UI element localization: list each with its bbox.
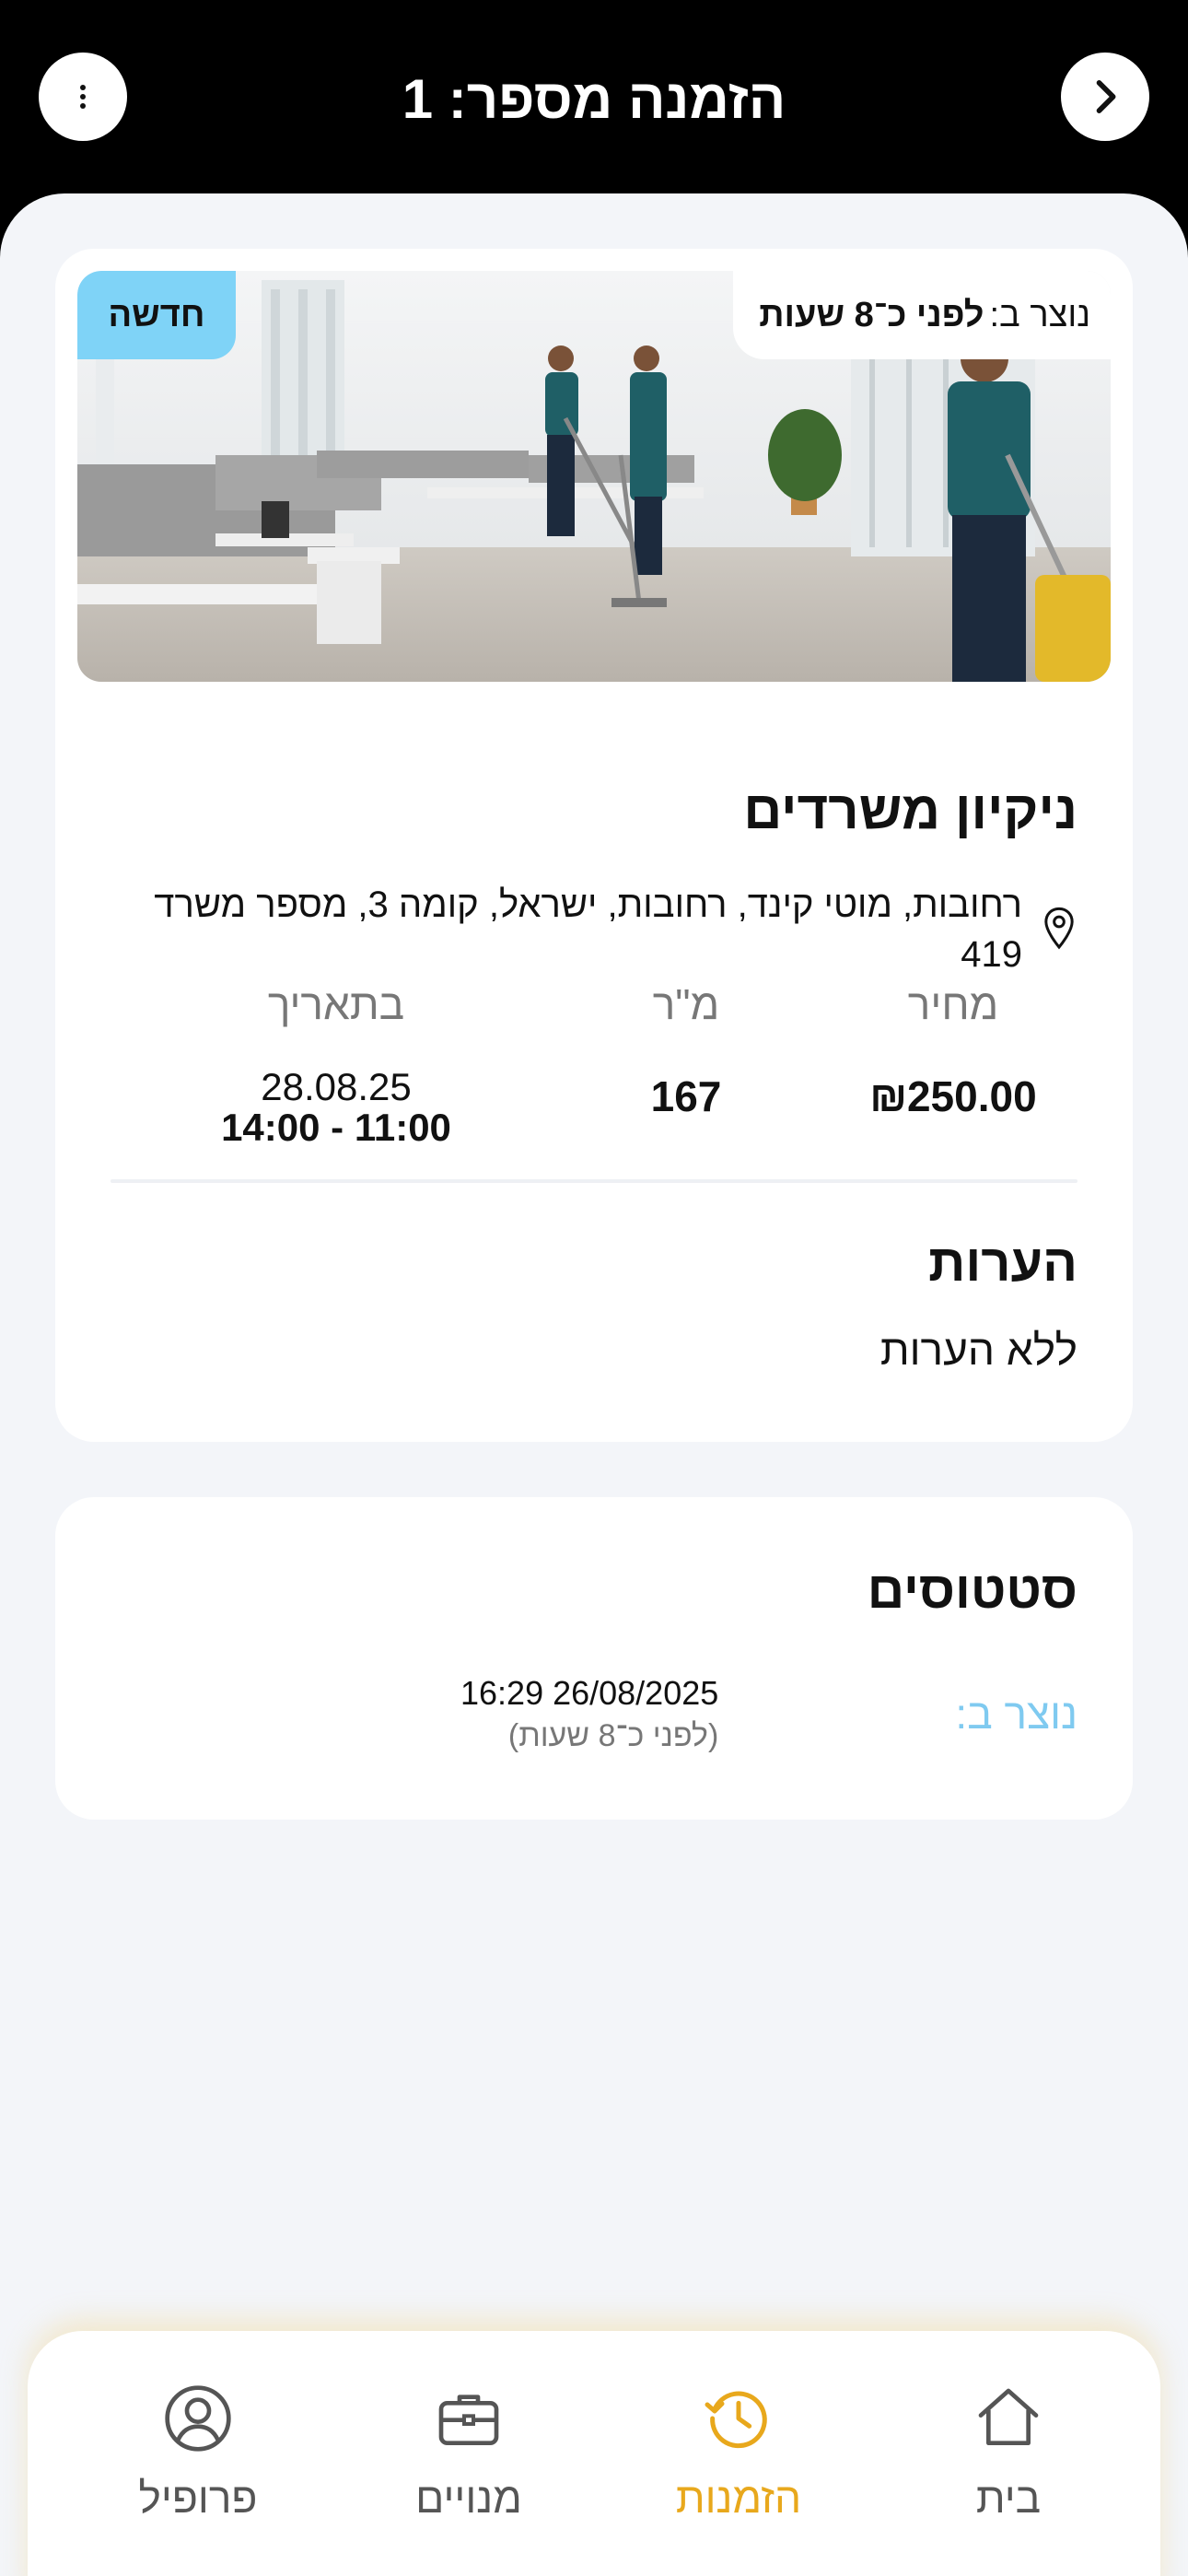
price-column: מחיר ₪250.00 <box>829 977 1077 1124</box>
sqm-column: מ"ר 167 <box>603 977 769 1124</box>
divider <box>111 1179 1077 1183</box>
status-badge-new: חדשה <box>77 271 236 359</box>
order-photo: חדשה נוצר ב: לפני כ־8 שעות <box>77 271 1111 682</box>
status-created-datetime: 16:29 26/08/2025 <box>460 1674 719 1712</box>
created-label: נוצר ב: <box>989 295 1090 334</box>
notes-value: ללא הערות <box>879 1326 1077 1374</box>
nav-label-profile: פרופיל <box>138 2474 258 2522</box>
chevron-right-icon <box>1096 80 1116 113</box>
history-clock-icon <box>705 2391 767 2449</box>
page-title: הזמנה מספר: 1 <box>402 68 786 130</box>
nav-item-home[interactable]: בית <box>903 2382 1114 2523</box>
address-row: רחובות, מוטי קינד, רחובות, ישראל, קומה 3… <box>83 880 1077 979</box>
date-value: 28.08.25 <box>261 1065 412 1108</box>
sqm-value: 167 <box>650 1072 722 1120</box>
statuses-title: סטטוסים <box>867 1561 1077 1619</box>
location-pin-icon <box>1044 907 1074 950</box>
home-icon <box>978 2388 1039 2445</box>
nav-label-subscriptions: מנויים <box>415 2474 522 2522</box>
bottom-nav: בית הזמנות מנויים פרופיל <box>28 2331 1160 2576</box>
content-sheet: חדשה נוצר ב: לפני כ־8 שעות ניקיון משרדים… <box>0 193 1188 2576</box>
nav-item-subscriptions[interactable]: מנויים <box>363 2382 575 2523</box>
price-label: מחיר <box>907 980 999 1028</box>
user-icon <box>165 2385 231 2452</box>
app-header: הזמנה מספר: 1 <box>0 0 1188 198</box>
date-label: בתאריך <box>267 980 405 1028</box>
briefcase-icon <box>438 2395 499 2445</box>
nav-item-orders[interactable]: הזמנות <box>633 2382 844 2523</box>
nav-label-orders: הזמנות <box>675 2474 802 2522</box>
job-title: ניקיון משרדים <box>743 780 1077 840</box>
status-created-relative: (לפני כ־8 שעות) <box>507 1718 719 1753</box>
date-column: בתאריך 28.08.25 11:00 - 14:00 <box>184 977 488 1148</box>
status-created-label: נוצר ב: <box>955 1690 1077 1738</box>
notes-title: הערות <box>928 1234 1077 1292</box>
nav-label-home: בית <box>975 2474 1042 2522</box>
nav-item-profile[interactable]: פרופיל <box>92 2382 304 2523</box>
time-range: 11:00 - 14:00 <box>221 1106 451 1149</box>
sqm-label: מ"ר <box>652 980 720 1028</box>
status-created-time: 16:29 26/08/2025 (לפני כ־8 שעות) <box>460 1672 718 1757</box>
back-button[interactable] <box>1061 53 1149 141</box>
created-relative: לפני כ־8 שעות <box>759 295 984 334</box>
price-value: ₪250.00 <box>869 1072 1037 1120</box>
statuses-card: סטטוסים נוצר ב: 16:29 26/08/2025 (לפני כ… <box>55 1497 1133 1820</box>
created-time-pill: נוצר ב: לפני כ־8 שעות <box>733 271 1111 359</box>
order-card: חדשה נוצר ב: לפני כ־8 שעות ניקיון משרדים… <box>55 249 1133 1442</box>
address-text: רחובות, מוטי קינד, רחובות, ישראל, קומה 3… <box>154 884 1022 975</box>
